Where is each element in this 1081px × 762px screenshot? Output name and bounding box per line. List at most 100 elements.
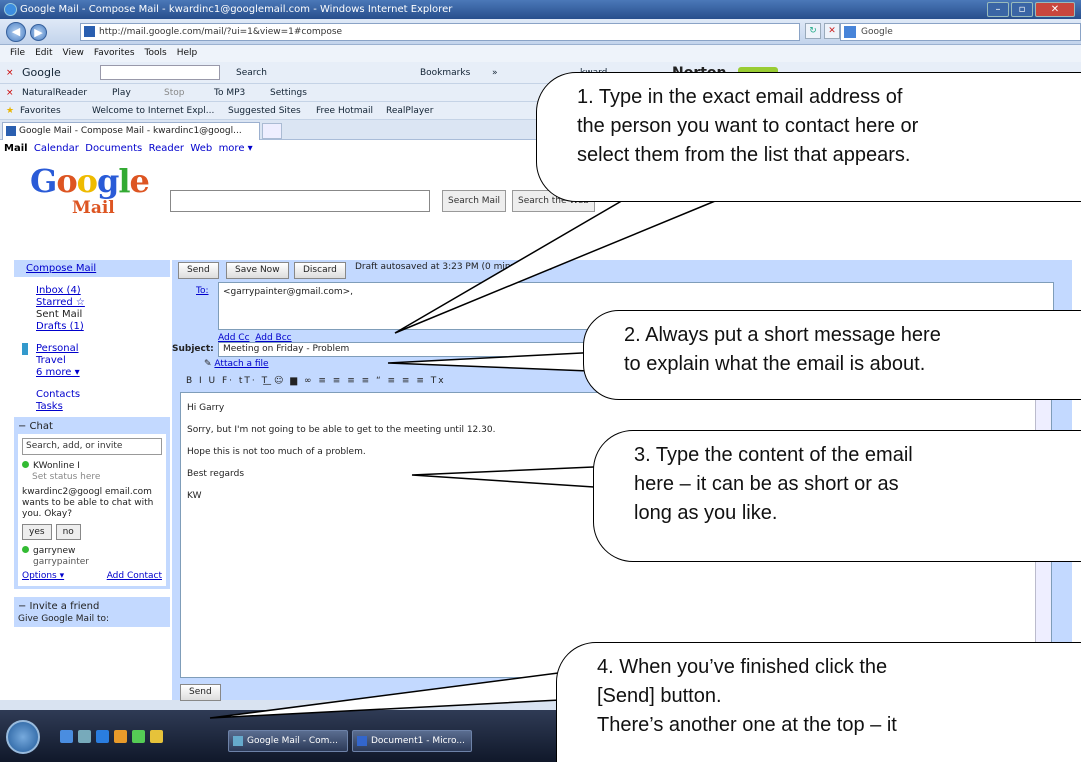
- menu-favorites[interactable]: Favorites: [94, 45, 135, 62]
- minimize-button[interactable]: –: [987, 2, 1009, 17]
- extra-links: Contacts Tasks: [14, 389, 170, 413]
- folder-list: Inbox (4) Starred ☆ Sent Mail Drafts (1): [14, 285, 170, 333]
- add-contact-link[interactable]: Add Contact: [107, 571, 162, 582]
- url-input[interactable]: http://mail.google.com/mail/?ui=1&view=1…: [80, 23, 800, 41]
- folder-inbox[interactable]: Inbox (4): [14, 285, 170, 297]
- close-button[interactable]: ✕: [1035, 2, 1075, 17]
- save-now-button[interactable]: Save Now: [226, 262, 289, 279]
- chat-options-link[interactable]: Options ▾: [22, 571, 64, 581]
- chat-no-button[interactable]: no: [55, 524, 81, 540]
- ie-logo-icon: [4, 3, 17, 16]
- realplayer-link[interactable]: RealPlayer: [386, 102, 433, 119]
- quicklaunch-icon[interactable]: [150, 730, 163, 743]
- folder-sent[interactable]: Sent Mail: [14, 309, 170, 321]
- welcome-link[interactable]: Welcome to Internet Expl...: [92, 102, 214, 119]
- nav-calendar[interactable]: Calendar: [34, 143, 79, 154]
- quicklaunch-icon[interactable]: [60, 730, 73, 743]
- menu-edit[interactable]: Edit: [35, 45, 52, 62]
- chat-box: − Chat Search, add, or invite KWonline I…: [14, 417, 170, 589]
- start-button[interactable]: [6, 720, 40, 754]
- contacts-link[interactable]: Contacts: [14, 389, 170, 401]
- stop-button[interactable]: Stop: [164, 84, 184, 101]
- chat-header[interactable]: − Chat: [18, 420, 166, 434]
- gmail-sidebar: Compose Mail Inbox (4) Starred ☆ Sent Ma…: [14, 260, 170, 700]
- quicklaunch-icon[interactable]: [78, 730, 91, 743]
- folder-starred[interactable]: Starred ☆: [14, 297, 170, 309]
- toolbar-bookmarks-button[interactable]: Bookmarks: [420, 62, 470, 83]
- nav-mail: Mail: [4, 143, 28, 154]
- links-close-icon[interactable]: ×: [6, 84, 14, 101]
- label-list: Personal Travel 6 more ▾: [14, 343, 170, 379]
- toolbar-more-button[interactable]: »: [492, 62, 498, 83]
- favorites-star-icon: ★: [6, 106, 15, 116]
- folder-drafts[interactable]: Drafts (1): [14, 321, 170, 333]
- to-link[interactable]: To:: [196, 286, 209, 296]
- play-button[interactable]: Play: [112, 84, 131, 101]
- chat-search-input[interactable]: Search, add, or invite: [22, 438, 162, 455]
- label-personal[interactable]: Personal: [22, 343, 170, 355]
- chat-footer: Options ▾ Add Contact: [22, 571, 162, 582]
- attach-row: ✎ Attach a file: [204, 359, 269, 369]
- toolbar-close-icon[interactable]: ×: [6, 62, 14, 83]
- quicklaunch-icon[interactable]: [132, 730, 145, 743]
- tomp3-button[interactable]: To MP3: [214, 84, 245, 101]
- discard-button[interactable]: Discard: [294, 262, 346, 279]
- task-gmail[interactable]: Google Mail - Com...: [228, 730, 348, 752]
- attach-file-link[interactable]: Attach a file: [214, 359, 268, 369]
- send-button-top[interactable]: Send: [178, 262, 219, 279]
- menu-help[interactable]: Help: [177, 45, 198, 62]
- logo-sub: Mail: [72, 198, 115, 218]
- callout-line: to explain what the email is about.: [624, 353, 926, 375]
- nav-documents[interactable]: Documents: [85, 143, 142, 154]
- title-bar: Google Mail - Compose Mail - kwardinc1@g…: [0, 0, 1081, 19]
- menu-tools[interactable]: Tools: [145, 45, 167, 62]
- favorites-button[interactable]: Favorites: [20, 102, 61, 119]
- formatting-toolbar[interactable]: B I U F· tT· T͟ ☺ ▆ ∞ ≡ ≡ ≡ ≡ “ ≡ ≡ ≡ Tx: [186, 372, 572, 390]
- body-line: Hi Garry: [187, 403, 225, 413]
- paperclip-icon: ✎: [204, 359, 212, 369]
- callout-line: [Send] button.: [597, 685, 722, 707]
- nav-web[interactable]: Web: [190, 143, 212, 154]
- gmail-page: Mail Calendar Documents Reader Web more …: [0, 140, 1081, 701]
- chat-yes-button[interactable]: yes: [22, 524, 52, 540]
- natural-reader-button[interactable]: NaturalReader: [22, 84, 87, 101]
- toolbar-search-button[interactable]: Search: [236, 62, 267, 83]
- task-word[interactable]: Document1 - Micro...: [352, 730, 472, 752]
- suggested-sites-link[interactable]: Suggested Sites: [228, 102, 301, 119]
- search-input[interactable]: Google: [840, 23, 1081, 41]
- chat-status-input[interactable]: Set status here: [22, 472, 162, 483]
- hotmail-link[interactable]: Free Hotmail: [316, 102, 373, 119]
- search-mail-button[interactable]: Search Mail: [442, 190, 507, 212]
- quicklaunch-icon[interactable]: [114, 730, 127, 743]
- invite-header[interactable]: − Invite a friend: [18, 600, 166, 614]
- menu-view[interactable]: View: [63, 45, 84, 62]
- menu-file[interactable]: File: [10, 45, 25, 62]
- label-more[interactable]: 6 more ▾: [14, 367, 170, 379]
- stop-icon[interactable]: ✕: [824, 23, 840, 39]
- to-label: To:: [196, 286, 209, 296]
- nav-reader[interactable]: Reader: [149, 143, 184, 154]
- label-travel[interactable]: Travel: [14, 355, 170, 367]
- maximize-button[interactable]: ▫: [1011, 2, 1033, 17]
- send-button-bottom[interactable]: Send: [180, 684, 221, 701]
- gmail-logo: Google Mail: [30, 162, 170, 232]
- mail-search-input[interactable]: [170, 190, 430, 212]
- forward-icon[interactable]: ▶: [30, 24, 47, 41]
- task-word-icon: [357, 736, 367, 746]
- task-ie-icon: [233, 736, 243, 746]
- new-tab-button[interactable]: [262, 123, 282, 139]
- tab-gmail[interactable]: Google Mail - Compose Mail - kwardinc1@g…: [2, 122, 260, 140]
- callout-line: 3. Type the content of the email: [634, 444, 913, 466]
- tasks-link[interactable]: Tasks: [14, 401, 170, 413]
- refresh-icon[interactable]: ↻: [805, 23, 821, 39]
- google-toolbar-search-input[interactable]: [100, 65, 220, 80]
- quicklaunch-icon[interactable]: [96, 730, 109, 743]
- back-icon[interactable]: ◀: [6, 22, 26, 42]
- compose-mail-link[interactable]: Compose Mail: [14, 260, 170, 277]
- settings-button[interactable]: Settings: [270, 84, 307, 101]
- chat-contact[interactable]: garrynew: [22, 546, 162, 557]
- callout-line: 2. Always put a short message here: [624, 324, 941, 346]
- nav-more[interactable]: more ▾: [219, 143, 253, 154]
- logo-text: Google: [30, 162, 150, 200]
- favicon-icon: [84, 26, 95, 37]
